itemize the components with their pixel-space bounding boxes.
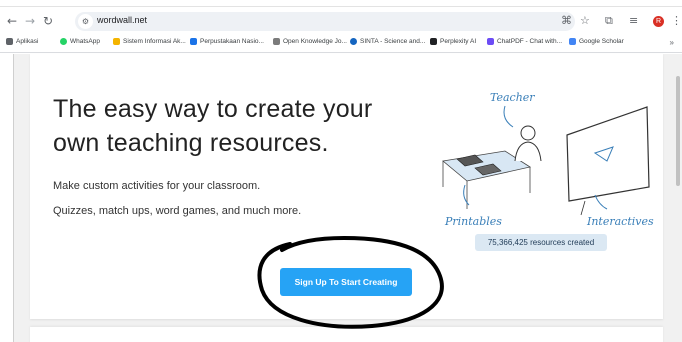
headline-line-2: own teaching resources.	[53, 129, 329, 157]
back-arrow-icon[interactable]: ←	[7, 15, 17, 27]
university-logo-icon	[113, 38, 120, 45]
bookmark-item[interactable]: Perpustakaan Nasio...	[190, 38, 264, 45]
bookmark-item[interactable]: Open Knowledge Jo...	[273, 38, 347, 45]
browser-toolbar: ← → ↻ ⚙ wordwall.net ⌘ ☆ ⧉ ≡ R ⋮	[0, 6, 682, 35]
bookmark-item[interactable]: Google Scholar	[569, 38, 624, 45]
reading-list-icon[interactable]: ≡	[629, 15, 638, 27]
bookmark-item[interactable]: WhatsApp	[60, 38, 100, 45]
profile-avatar[interactable]: R	[653, 16, 664, 27]
reload-icon[interactable]: ↻	[43, 15, 53, 27]
page-left-edge	[0, 54, 14, 342]
bookmarks-bar: Aplikasi WhatsApp Sistem Informasi Ak...…	[0, 35, 682, 53]
interactives-label: Interactives	[586, 215, 654, 228]
teacher-body	[514, 141, 542, 162]
sign-up-button[interactable]: Sign Up To Start Creating	[280, 268, 412, 296]
ojs-logo-icon	[273, 38, 280, 45]
scholar-logo-icon	[569, 38, 576, 45]
translate-icon[interactable]: ⌘	[561, 15, 572, 27]
chatpdf-logo-icon	[487, 38, 494, 45]
browser-window: ← → ↻ ⚙ wordwall.net ⌘ ☆ ⧉ ≡ R ⋮ Aplikas…	[0, 0, 682, 342]
perplexity-logo-icon	[430, 38, 437, 45]
apps-grid-icon	[6, 38, 13, 45]
bookmarks-overflow-button[interactable]: »	[670, 38, 674, 47]
teacher-arrow	[503, 105, 514, 128]
bookmark-item[interactable]: Sistem Informasi Ak...	[113, 38, 186, 45]
bookmark-item[interactable]: SINTA - Science and...	[350, 38, 425, 45]
resources-counter: 75,366,425 resources created	[475, 234, 607, 251]
extensions-icon[interactable]: ⧉	[605, 15, 613, 27]
hero-subtitle-2: Quizzes, match ups, word games, and much…	[53, 205, 302, 217]
bookmark-star-icon[interactable]: ☆	[580, 15, 590, 27]
sinta-logo-icon	[350, 38, 357, 45]
page-scrollbar-thumb[interactable]	[676, 76, 680, 186]
interactive-screen	[566, 106, 650, 202]
printables-label: Printables	[444, 215, 502, 228]
url-text[interactable]: wordwall.net	[97, 15, 147, 25]
headline-line-1: The easy way to create your	[53, 95, 373, 123]
hero-card: The easy way to create your own teaching…	[30, 54, 663, 319]
whatsapp-icon	[60, 38, 67, 45]
next-section-card	[30, 327, 663, 342]
menu-kebab-icon[interactable]: ⋮	[671, 15, 682, 27]
star-logo-icon	[190, 38, 197, 45]
address-bar[interactable]: ⚙ wordwall.net	[75, 12, 575, 31]
bookmark-item[interactable]: Aplikasi	[6, 38, 38, 45]
teacher-head	[520, 125, 536, 141]
teacher-illustration: Teacher Printables Interactives	[442, 91, 654, 228]
bookmark-item[interactable]: ChatPDF - Chat with...	[487, 38, 562, 45]
hero-headline: The easy way to create your own teaching…	[53, 92, 433, 160]
teacher-label: Teacher	[490, 91, 535, 104]
forward-arrow-icon[interactable]: →	[25, 15, 35, 27]
site-info-icon[interactable]: ⚙	[78, 14, 93, 29]
bookmark-item[interactable]: Perplexity AI	[430, 38, 476, 45]
hero-subtitle-1: Make custom activities for your classroo…	[53, 180, 261, 192]
page-viewport: The easy way to create your own teaching…	[0, 54, 682, 342]
